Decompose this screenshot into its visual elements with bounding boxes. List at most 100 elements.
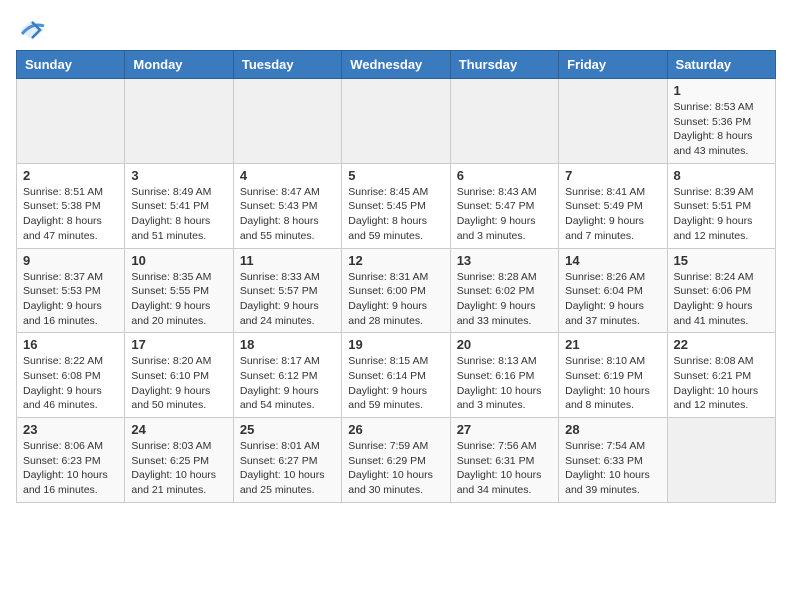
day-info: Sunrise: 8:10 AM Sunset: 6:19 PM Dayligh… [565,354,660,413]
day-info: Sunrise: 8:45 AM Sunset: 5:45 PM Dayligh… [348,185,443,244]
logo [16,16,46,38]
calendar-day-cell: 7 Sunrise: 8:41 AM Sunset: 5:49 PM Daylig… [559,163,667,248]
calendar-day-cell [559,79,667,164]
calendar-week-row: 16 Sunrise: 8:22 AM Sunset: 6:08 PM Dayli… [17,333,776,418]
calendar-day-cell: 22Sunrise: 8:08 AM Sunset: 6:21 PM Dayli… [667,333,775,418]
calendar-day-cell: 19 Sunrise: 8:15 AM Sunset: 6:14 PM Dayli… [342,333,450,418]
calendar-day-cell: 8Sunrise: 8:39 AM Sunset: 5:51 PM Daylig… [667,163,775,248]
day-number: 9 [23,253,118,268]
calendar-day-cell: 5 Sunrise: 8:45 AM Sunset: 5:45 PM Daylig… [342,163,450,248]
day-info: Sunrise: 8:35 AM Sunset: 5:55 PM Dayligh… [131,270,226,329]
day-number: 20 [457,337,552,352]
day-number: 16 [23,337,118,352]
day-number: 3 [131,168,226,183]
day-number: 21 [565,337,660,352]
calendar-day-cell: 4 Sunrise: 8:47 AM Sunset: 5:43 PM Daylig… [233,163,341,248]
day-number: 18 [240,337,335,352]
day-info: Sunrise: 8:33 AM Sunset: 5:57 PM Dayligh… [240,270,335,329]
weekday-header: Saturday [667,51,775,79]
calendar-header-row: SundayMondayTuesdayWednesdayThursdayFrid… [17,51,776,79]
day-info: Sunrise: 8:15 AM Sunset: 6:14 PM Dayligh… [348,354,443,413]
calendar-day-cell: 12 Sunrise: 8:31 AM Sunset: 6:00 PM Dayli… [342,248,450,333]
day-number: 1 [674,83,769,98]
calendar-day-cell: 18 Sunrise: 8:17 AM Sunset: 6:12 PM Dayli… [233,333,341,418]
day-info: Sunrise: 8:49 AM Sunset: 5:41 PM Dayligh… [131,185,226,244]
calendar-day-cell: 11 Sunrise: 8:33 AM Sunset: 5:57 PM Dayli… [233,248,341,333]
weekday-header: Thursday [450,51,558,79]
day-number: 7 [565,168,660,183]
weekday-header: Sunday [17,51,125,79]
day-number: 25 [240,422,335,437]
day-info: Sunrise: 8:13 AM Sunset: 6:16 PM Dayligh… [457,354,552,413]
day-info: Sunrise: 8:43 AM Sunset: 5:47 PM Dayligh… [457,185,552,244]
calendar-day-cell: 3 Sunrise: 8:49 AM Sunset: 5:41 PM Daylig… [125,163,233,248]
day-number: 5 [348,168,443,183]
day-number: 14 [565,253,660,268]
day-info: Sunrise: 8:47 AM Sunset: 5:43 PM Dayligh… [240,185,335,244]
day-info: Sunrise: 8:31 AM Sunset: 6:00 PM Dayligh… [348,270,443,329]
day-info: Sunrise: 8:08 AM Sunset: 6:21 PM Dayligh… [674,354,769,413]
day-info: Sunrise: 8:26 AM Sunset: 6:04 PM Dayligh… [565,270,660,329]
day-info: Sunrise: 8:53 AM Sunset: 5:36 PM Dayligh… [674,100,769,159]
calendar-day-cell [342,79,450,164]
day-number: 13 [457,253,552,268]
calendar-day-cell: 26 Sunrise: 7:59 AM Sunset: 6:29 PM Dayli… [342,418,450,503]
calendar-day-cell: 9 Sunrise: 8:37 AM Sunset: 5:53 PM Daylig… [17,248,125,333]
day-number: 10 [131,253,226,268]
day-number: 11 [240,253,335,268]
day-number: 23 [23,422,118,437]
calendar-day-cell [667,418,775,503]
day-info: Sunrise: 8:01 AM Sunset: 6:27 PM Dayligh… [240,439,335,498]
day-number: 27 [457,422,552,437]
day-number: 2 [23,168,118,183]
calendar-day-cell: 24 Sunrise: 8:03 AM Sunset: 6:25 PM Dayli… [125,418,233,503]
weekday-header: Monday [125,51,233,79]
day-number: 12 [348,253,443,268]
day-info: Sunrise: 8:06 AM Sunset: 6:23 PM Dayligh… [23,439,118,498]
calendar-day-cell: 28 Sunrise: 7:54 AM Sunset: 6:33 PM Dayli… [559,418,667,503]
calendar-week-row: 2 Sunrise: 8:51 AM Sunset: 5:38 PM Daylig… [17,163,776,248]
day-info: Sunrise: 8:22 AM Sunset: 6:08 PM Dayligh… [23,354,118,413]
day-info: Sunrise: 7:56 AM Sunset: 6:31 PM Dayligh… [457,439,552,498]
day-info: Sunrise: 8:17 AM Sunset: 6:12 PM Dayligh… [240,354,335,413]
logo-icon [18,16,46,44]
day-info: Sunrise: 8:51 AM Sunset: 5:38 PM Dayligh… [23,185,118,244]
calendar-day-cell: 16 Sunrise: 8:22 AM Sunset: 6:08 PM Dayli… [17,333,125,418]
day-info: Sunrise: 8:03 AM Sunset: 6:25 PM Dayligh… [131,439,226,498]
calendar-week-row: 23 Sunrise: 8:06 AM Sunset: 6:23 PM Dayli… [17,418,776,503]
calendar-day-cell: 17 Sunrise: 8:20 AM Sunset: 6:10 PM Dayli… [125,333,233,418]
calendar-day-cell: 2 Sunrise: 8:51 AM Sunset: 5:38 PM Daylig… [17,163,125,248]
calendar-day-cell [450,79,558,164]
calendar-day-cell: 15 Sunrise: 8:24 AM Sunset: 6:06 PM Dayli… [667,248,775,333]
day-number: 6 [457,168,552,183]
day-info: Sunrise: 8:39 AM Sunset: 5:51 PM Dayligh… [674,185,769,244]
day-info: Sunrise: 8:24 AM Sunset: 6:06 PM Dayligh… [674,270,769,329]
day-info: Sunrise: 8:20 AM Sunset: 6:10 PM Dayligh… [131,354,226,413]
calendar-day-cell [17,79,125,164]
day-number: 28 [565,422,660,437]
day-number: 24 [131,422,226,437]
day-info: Sunrise: 7:59 AM Sunset: 6:29 PM Dayligh… [348,439,443,498]
calendar-week-row: 1 Sunrise: 8:53 AM Sunset: 5:36 PM Daylig… [17,79,776,164]
calendar-day-cell: 13 Sunrise: 8:28 AM Sunset: 6:02 PM Dayli… [450,248,558,333]
calendar-day-cell: 10 Sunrise: 8:35 AM Sunset: 5:55 PM Dayli… [125,248,233,333]
calendar-day-cell: 1 Sunrise: 8:53 AM Sunset: 5:36 PM Daylig… [667,79,775,164]
day-info: Sunrise: 8:37 AM Sunset: 5:53 PM Dayligh… [23,270,118,329]
calendar-day-cell: 25 Sunrise: 8:01 AM Sunset: 6:27 PM Dayli… [233,418,341,503]
day-number: 26 [348,422,443,437]
day-number: 15 [674,253,769,268]
calendar-day-cell: 14 Sunrise: 8:26 AM Sunset: 6:04 PM Dayli… [559,248,667,333]
calendar-day-cell: 27 Sunrise: 7:56 AM Sunset: 6:31 PM Dayli… [450,418,558,503]
day-info: Sunrise: 8:28 AM Sunset: 6:02 PM Dayligh… [457,270,552,329]
weekday-header: Tuesday [233,51,341,79]
calendar-day-cell: 23 Sunrise: 8:06 AM Sunset: 6:23 PM Dayli… [17,418,125,503]
day-number: 19 [348,337,443,352]
day-number: 17 [131,337,226,352]
weekday-header: Friday [559,51,667,79]
calendar-day-cell: 21 Sunrise: 8:10 AM Sunset: 6:19 PM Dayli… [559,333,667,418]
day-info: Sunrise: 7:54 AM Sunset: 6:33 PM Dayligh… [565,439,660,498]
day-number: 4 [240,168,335,183]
calendar-day-cell [125,79,233,164]
day-info: Sunrise: 8:41 AM Sunset: 5:49 PM Dayligh… [565,185,660,244]
page-header [16,16,776,38]
